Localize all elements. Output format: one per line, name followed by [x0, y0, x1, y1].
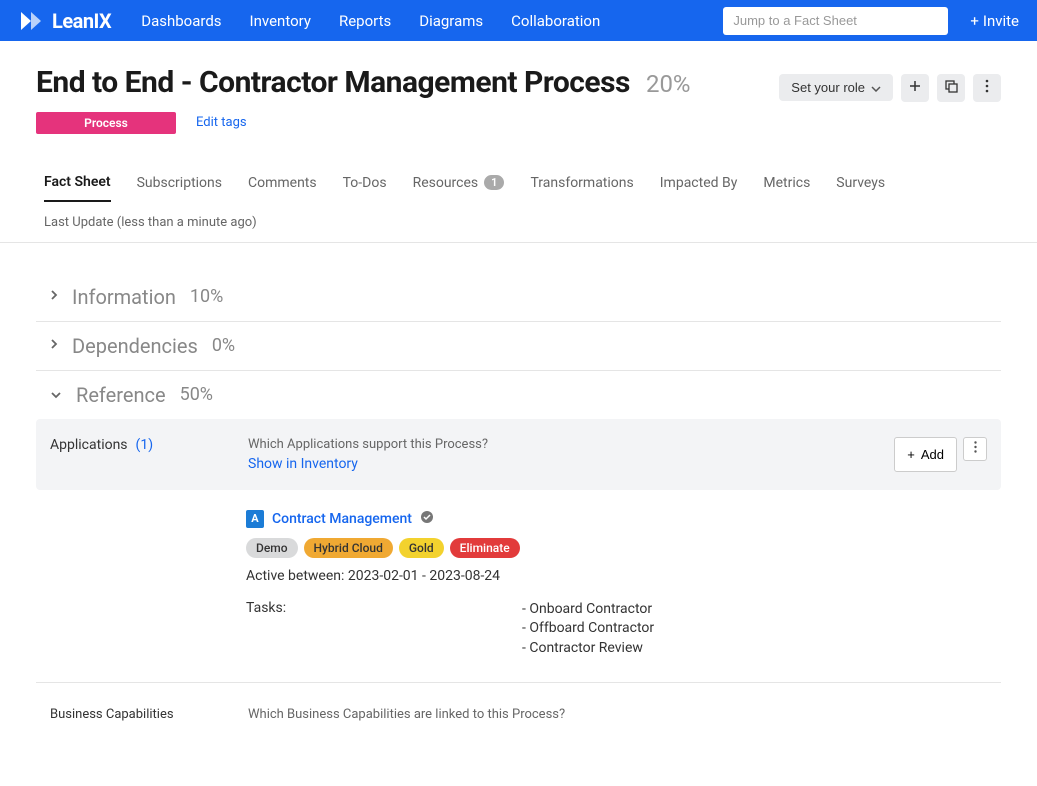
invite-label: Invite — [983, 12, 1019, 30]
tab-impacted-by[interactable]: Impacted By — [660, 164, 738, 202]
edit-tags-link[interactable]: Edit tags — [196, 115, 247, 130]
section-percent: 50% — [180, 384, 213, 405]
tab-fact-sheet[interactable]: Fact Sheet — [44, 164, 111, 202]
applications-count[interactable]: (1) — [136, 437, 154, 472]
plus-icon: + — [970, 12, 979, 30]
last-update: Last Update (less than a minute ago) — [0, 203, 1037, 243]
tasks-list: - Onboard Contractor - Offboard Contract… — [522, 600, 654, 659]
tag-eliminate[interactable]: Eliminate — [450, 538, 520, 558]
nav-inventory[interactable]: Inventory — [250, 12, 311, 30]
tag-demo[interactable]: Demo — [246, 538, 298, 558]
completion-percent: 20% — [646, 70, 691, 98]
brand-name: LeanIX — [52, 9, 111, 33]
applications-more-button[interactable] — [963, 437, 987, 461]
chevron-right-icon — [50, 338, 58, 354]
set-role-label: Set your role — [791, 80, 865, 95]
task-item: - Contractor Review — [522, 639, 654, 659]
tab-label: Comments — [248, 175, 317, 191]
tab-label: Fact Sheet — [44, 174, 111, 190]
leanix-logo-icon — [18, 10, 44, 32]
tab-comments[interactable]: Comments — [248, 164, 317, 202]
tab-label: Metrics — [763, 175, 810, 191]
section-information[interactable]: Information 10% — [36, 273, 1001, 322]
business-capabilities-question: Which Business Capabilities are linked t… — [248, 707, 565, 722]
nav-diagrams[interactable]: Diagrams — [419, 12, 483, 30]
section-reference[interactable]: Reference 50% — [36, 371, 1001, 419]
tab-subscriptions[interactable]: Subscriptions — [137, 164, 222, 202]
tab-transformations[interactable]: Transformations — [530, 164, 633, 202]
tag-hybrid-cloud[interactable]: Hybrid Cloud — [304, 538, 393, 558]
tab-resources[interactable]: Resources 1 — [413, 164, 505, 202]
section-title: Reference — [76, 383, 166, 407]
add-label: Add — [921, 447, 944, 462]
applications-label: Applications — [50, 437, 128, 472]
tag-gold[interactable]: Gold — [399, 538, 444, 558]
more-vertical-icon — [985, 79, 989, 96]
chevron-down-icon — [50, 387, 62, 403]
tab-todos[interactable]: To-Dos — [343, 164, 387, 202]
nav-collaboration[interactable]: Collaboration — [511, 12, 600, 30]
page-title: End to End - Contractor Management Proce… — [36, 65, 630, 100]
section-title: Dependencies — [72, 334, 198, 358]
set-role-button[interactable]: Set your role — [779, 74, 893, 101]
more-vertical-icon — [974, 441, 977, 456]
tabs: Fact Sheet Subscriptions Comments To-Dos… — [0, 164, 1037, 203]
active-dates: Active between: 2023-02-01 - 2023-08-24 — [246, 568, 987, 584]
tab-label: Impacted By — [660, 175, 738, 191]
nav-links: Dashboards Inventory Reports Diagrams Co… — [141, 12, 600, 30]
tab-label: Surveys — [836, 175, 885, 191]
section-title: Information — [72, 285, 176, 309]
top-nav: LeanIX Dashboards Inventory Reports Diag… — [0, 0, 1037, 41]
type-badge: Process — [36, 112, 176, 134]
business-capabilities-row: Business Capabilities Which Business Cap… — [36, 682, 1001, 746]
tab-metrics[interactable]: Metrics — [763, 164, 810, 202]
business-capabilities-label: Business Capabilities — [50, 707, 198, 722]
verified-icon — [420, 510, 434, 528]
chevron-right-icon — [50, 289, 58, 305]
tab-label: Subscriptions — [137, 175, 222, 191]
add-button[interactable] — [901, 74, 929, 102]
plus-icon — [909, 80, 921, 95]
title-row: End to End - Contractor Management Proce… — [0, 41, 1037, 112]
task-item: - Offboard Contractor — [522, 619, 654, 639]
tag-row: Process Edit tags — [0, 112, 1037, 154]
app-tags: Demo Hybrid Cloud Gold Eliminate — [246, 538, 987, 558]
app-type-badge: A — [246, 510, 264, 528]
chevron-down-icon — [871, 80, 881, 95]
copy-icon — [944, 79, 958, 96]
task-item: - Onboard Contractor — [522, 600, 654, 620]
tab-label: To-Dos — [343, 175, 387, 191]
brand-logo[interactable]: LeanIX — [18, 9, 111, 33]
tab-label: Resources — [413, 175, 479, 191]
copy-button[interactable] — [937, 74, 965, 102]
sections: Information 10% Dependencies 0% Referenc… — [0, 243, 1037, 786]
section-percent: 0% — [212, 335, 235, 356]
section-percent: 10% — [190, 286, 223, 307]
search-input[interactable] — [723, 7, 948, 35]
tab-badge: 1 — [484, 175, 504, 190]
nav-dashboards[interactable]: Dashboards — [141, 12, 221, 30]
plus-icon: + — [907, 447, 915, 462]
nav-reports[interactable]: Reports — [339, 12, 391, 30]
application-item: A Contract Management Demo Hybrid Cloud … — [36, 490, 1001, 683]
app-name-link[interactable]: Contract Management — [272, 511, 412, 527]
section-dependencies[interactable]: Dependencies 0% — [36, 322, 1001, 371]
add-application-button[interactable]: + Add — [894, 437, 957, 472]
tab-surveys[interactable]: Surveys — [836, 164, 885, 202]
show-in-inventory-link[interactable]: Show in Inventory — [248, 456, 358, 472]
applications-question: Which Applications support this Process? — [248, 437, 844, 452]
invite-button[interactable]: + Invite — [970, 12, 1019, 30]
applications-panel: Applications (1) Which Applications supp… — [36, 419, 1001, 490]
tasks-label: Tasks: — [246, 600, 502, 659]
more-button[interactable] — [973, 74, 1001, 102]
tab-label: Transformations — [530, 175, 633, 191]
